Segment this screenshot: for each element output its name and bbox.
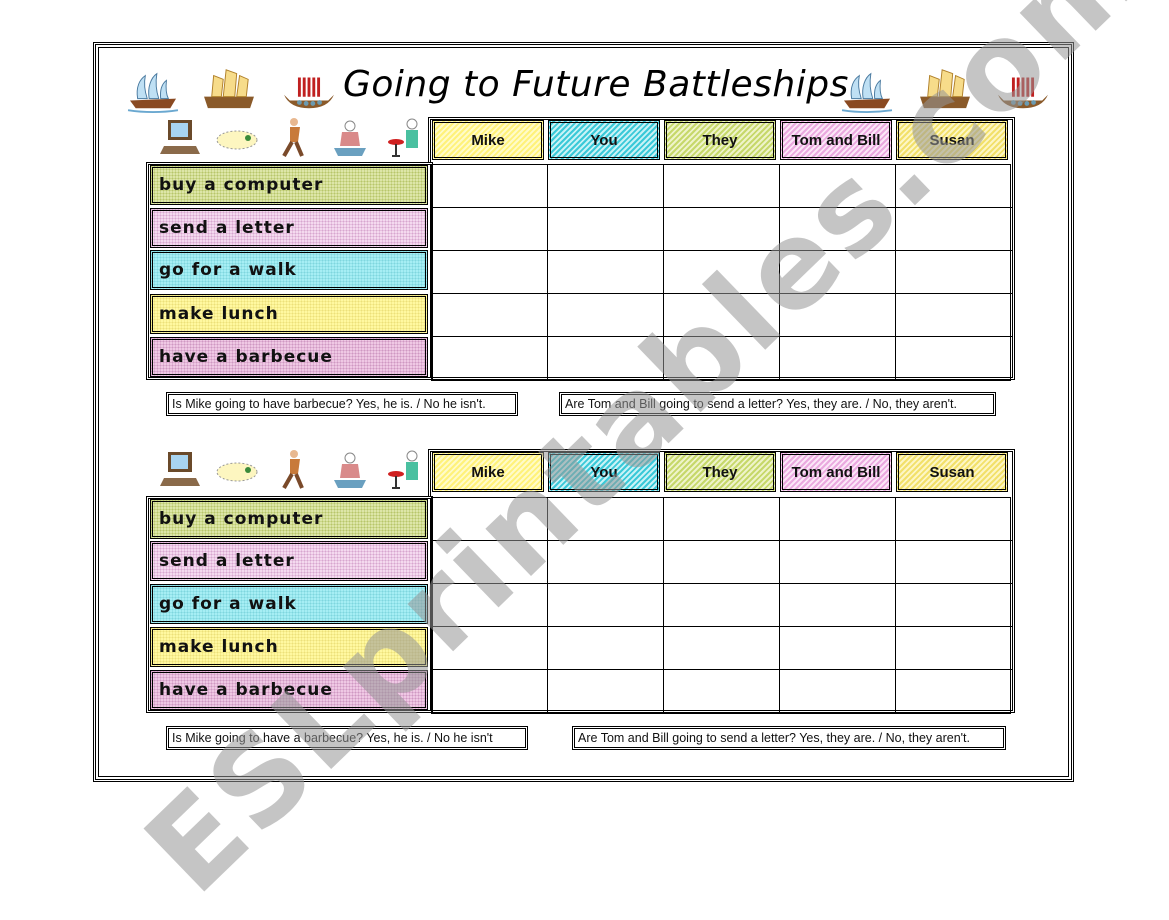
worksheet-title: Going to Future Battleships (343, 64, 849, 105)
row-label-buy-a-computer: buy a computer (150, 499, 428, 539)
answer-cell[interactable] (548, 208, 664, 251)
cook-icon (326, 448, 372, 492)
answer-cell[interactable] (896, 337, 1012, 380)
answer-cell[interactable] (664, 627, 780, 670)
column-header-you: You (548, 120, 660, 160)
answer-cell[interactable] (548, 337, 664, 380)
activity-icons-row (158, 116, 428, 160)
letter-map-icon (214, 448, 260, 492)
answer-cell[interactable] (664, 584, 780, 627)
answer-cell[interactable] (432, 165, 548, 208)
answer-cell[interactable] (664, 165, 780, 208)
answer-cell[interactable] (432, 294, 548, 337)
column-header-tom-and-bill: Tom and Bill (780, 452, 892, 492)
barbecue-chef-icon (382, 448, 428, 492)
answer-cell[interactable] (896, 498, 1012, 541)
answer-cell[interactable] (548, 294, 664, 337)
column-header-tom-and-bill: Tom and Bill (780, 120, 892, 160)
answer-cell[interactable] (780, 294, 896, 337)
row-label-make-lunch: make lunch (150, 627, 428, 667)
answer-cell[interactable] (548, 498, 664, 541)
answer-cell[interactable] (664, 251, 780, 294)
row-label-go-for-a-walk: go for a walk (150, 250, 428, 290)
row-label-go-for-a-walk: go for a walk (150, 584, 428, 624)
answer-cell[interactable] (432, 498, 548, 541)
answer-cell[interactable] (896, 165, 1012, 208)
answer-cell[interactable] (780, 251, 896, 294)
column-header-they: They (664, 120, 776, 160)
example-sentence: Is Mike going to have a barbecue? Yes, h… (166, 726, 528, 750)
answer-cell[interactable] (432, 541, 548, 584)
row-label-send-a-letter: send a letter (150, 208, 428, 248)
viking-ship-icon (280, 66, 338, 114)
row-label-have-a-barbecue: have a barbecue (150, 670, 428, 710)
answer-cell[interactable] (432, 627, 548, 670)
answer-cell[interactable] (780, 337, 896, 380)
barbecue-chef-icon (382, 116, 428, 160)
answer-cell[interactable] (780, 627, 896, 670)
answer-cell[interactable] (780, 584, 896, 627)
walking-man-icon (270, 116, 316, 160)
junk-ship-icon (916, 64, 974, 112)
answer-cell[interactable] (664, 337, 780, 380)
answer-cell[interactable] (548, 165, 664, 208)
answer-cell[interactable] (548, 584, 664, 627)
answer-cell[interactable] (548, 627, 664, 670)
column-header-they: They (664, 452, 776, 492)
answer-cell[interactable] (432, 251, 548, 294)
viking-ship-icon (994, 66, 1052, 114)
answer-cell[interactable] (432, 670, 548, 713)
row-label-buy-a-computer: buy a computer (150, 165, 428, 205)
galleon-ship-icon (124, 66, 182, 114)
column-header-mike: Mike (432, 120, 544, 160)
column-header-mike: Mike (432, 452, 544, 492)
row-label-send-a-letter: send a letter (150, 541, 428, 581)
walking-man-icon (270, 448, 316, 492)
answer-cell[interactable] (664, 670, 780, 713)
answer-cell[interactable] (548, 541, 664, 584)
column-header-you: You (548, 452, 660, 492)
answer-cell[interactable] (548, 670, 664, 713)
answer-cell[interactable] (780, 541, 896, 584)
cook-icon (326, 116, 372, 160)
row-label-have-a-barbecue: have a barbecue (150, 337, 428, 377)
activity-icons-row (158, 448, 428, 492)
letter-map-icon (214, 116, 260, 160)
example-sentence: Are Tom and Bill going to send a letter?… (559, 392, 996, 416)
answer-cell[interactable] (780, 498, 896, 541)
answer-cell[interactable] (896, 208, 1012, 251)
answer-cell[interactable] (432, 337, 548, 380)
computer-icon (158, 448, 204, 492)
computer-icon (158, 116, 204, 160)
junk-ship-icon (200, 64, 258, 112)
row-label-make-lunch: make lunch (150, 294, 428, 334)
column-header-susan: Susan (896, 452, 1008, 492)
answer-cell[interactable] (896, 294, 1012, 337)
answer-cell[interactable] (896, 251, 1012, 294)
example-sentence: Are Tom and Bill going to send a letter?… (572, 726, 1006, 750)
answer-cell[interactable] (548, 251, 664, 294)
answer-cell[interactable] (896, 670, 1012, 713)
column-headers: Mike You They Tom and Bill Susan (432, 120, 1012, 160)
answer-cell[interactable] (664, 498, 780, 541)
answer-cell[interactable] (432, 584, 548, 627)
answer-cells (431, 164, 1012, 381)
galleon-ship-icon (838, 66, 896, 114)
answer-cell[interactable] (664, 541, 780, 584)
answer-cell[interactable] (780, 208, 896, 251)
answer-cell[interactable] (664, 294, 780, 337)
answer-cell[interactable] (896, 584, 1012, 627)
answer-cell[interactable] (432, 208, 548, 251)
column-header-susan: Susan (896, 120, 1008, 160)
answer-cells (431, 497, 1012, 714)
answer-cell[interactable] (664, 208, 780, 251)
column-headers: Mike You They Tom and Bill Susan (432, 452, 1012, 492)
answer-cell[interactable] (896, 627, 1012, 670)
example-sentence: Is Mike going to have barbecue? Yes, he … (166, 392, 518, 416)
answer-cell[interactable] (780, 670, 896, 713)
answer-cell[interactable] (896, 541, 1012, 584)
answer-cell[interactable] (780, 165, 896, 208)
